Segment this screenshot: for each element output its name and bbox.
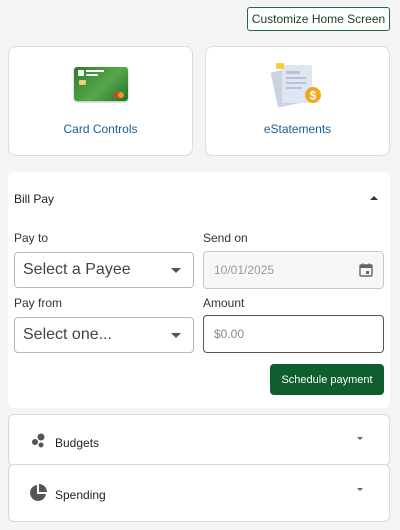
svg-text:$: $ (310, 89, 317, 103)
card-controls-tile[interactable]: Card Controls (8, 46, 193, 156)
credit-card-icon (73, 67, 128, 101)
schedule-payment-button[interactable]: Schedule payment (270, 364, 384, 395)
amount-label: Amount (203, 296, 245, 310)
pie-chart-icon (30, 484, 47, 501)
send-on-label: Send on (203, 231, 248, 245)
spending-label: Spending (55, 488, 106, 502)
collapse-caret-icon[interactable] (370, 196, 378, 200)
card-controls-label: Card Controls (63, 122, 138, 136)
send-on-value: 10/01/2025 (214, 263, 275, 277)
estatements-tile[interactable]: $ eStatements (205, 46, 390, 156)
amount-placeholder: $0.00 (214, 327, 245, 341)
pay-from-label: Pay from (14, 296, 63, 310)
budgets-icon (32, 433, 45, 448)
budgets-label: Budgets (55, 436, 100, 450)
estatements-label: eStatements (263, 122, 332, 136)
pay-to-value: Select a Payee (23, 261, 131, 278)
pay-to-select[interactable]: Select a Payee (14, 252, 194, 288)
amount-input[interactable]: $0.00 (203, 315, 384, 353)
chevron-down-icon (171, 333, 181, 338)
budgets-section[interactable]: Budgets (8, 414, 390, 466)
estatement-icon: $ (270, 63, 321, 108)
pay-to-label: Pay to (14, 231, 49, 245)
send-on-date-field[interactable]: 10/01/2025 (203, 251, 384, 289)
pay-from-value: Select one... (23, 326, 112, 343)
pay-from-select[interactable]: Select one... (14, 317, 194, 353)
chevron-down-icon (357, 437, 363, 440)
calendar-icon[interactable] (359, 263, 373, 277)
chevron-down-icon (171, 268, 181, 273)
chevron-down-icon (357, 488, 363, 491)
bill-pay-title: Bill Pay (14, 192, 55, 206)
bill-pay-panel: Bill Pay Pay to Select a Payee Send on 1… (8, 172, 390, 408)
spending-section[interactable]: Spending (8, 464, 390, 522)
customize-home-screen-button[interactable]: Customize Home Screen (247, 7, 390, 31)
